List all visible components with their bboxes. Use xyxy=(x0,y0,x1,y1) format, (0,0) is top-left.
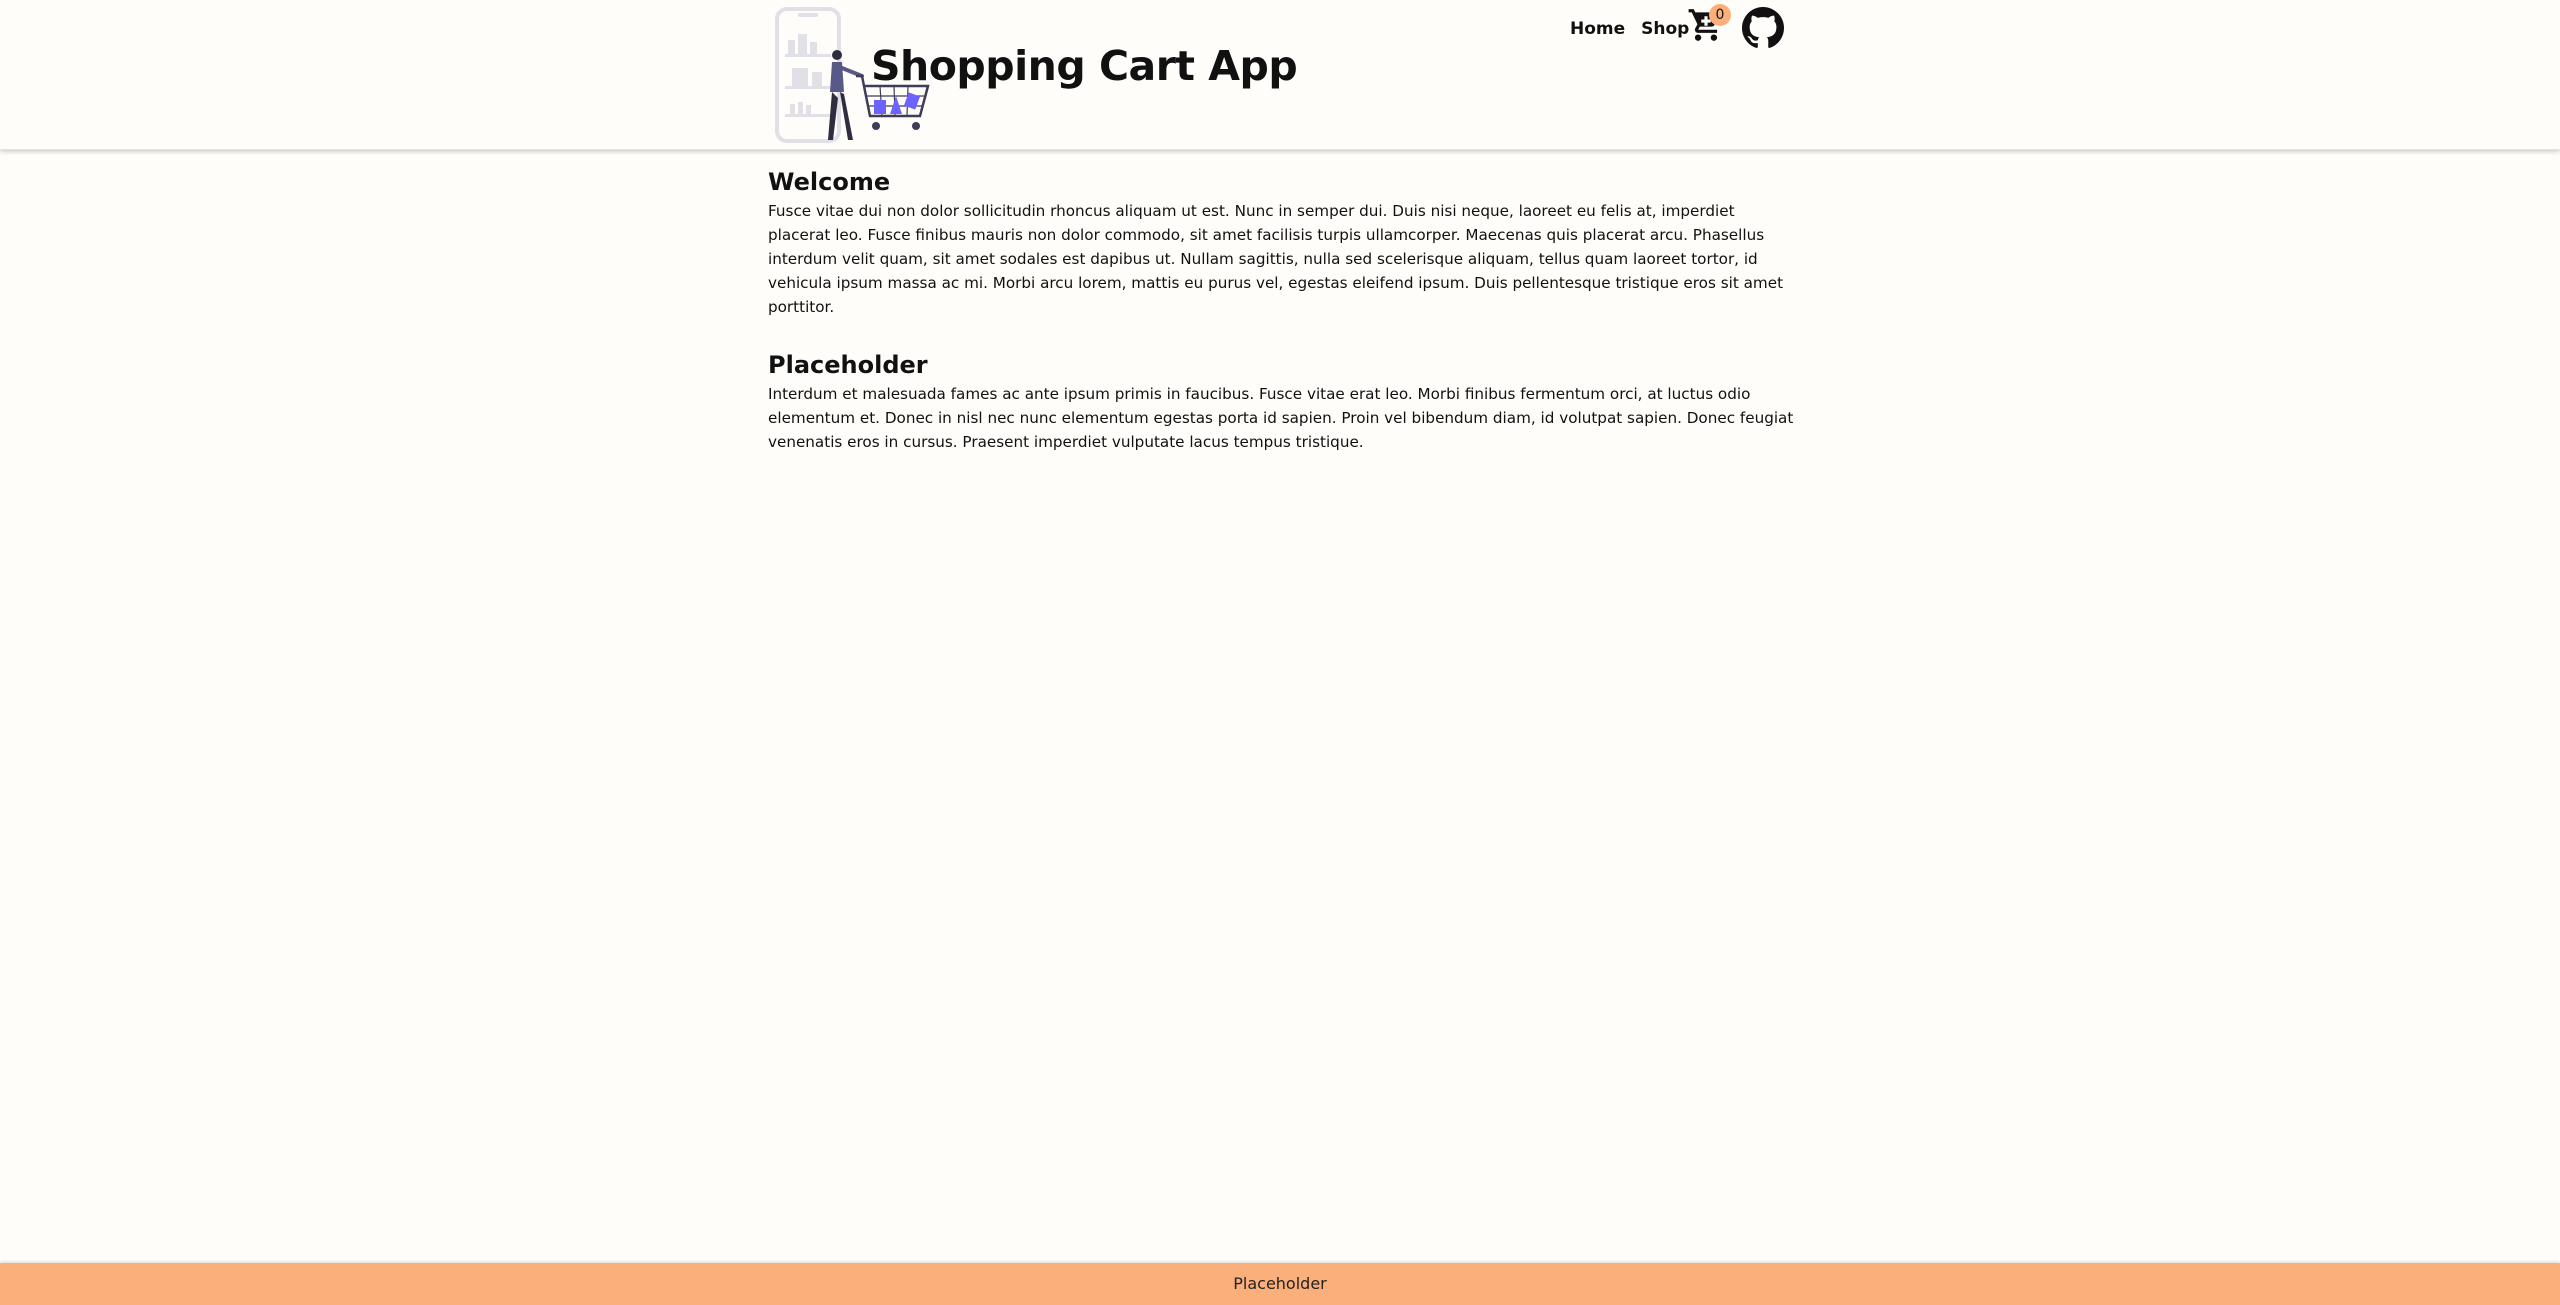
github-icon[interactable] xyxy=(1742,7,1784,49)
site-header: Shopping Cart App Home Shop 0 xyxy=(0,0,2560,150)
section-heading: Placeholder xyxy=(768,351,928,379)
app-title: Shopping Cart App xyxy=(871,42,1298,90)
welcome-section: Welcome Fusce vitae dui non dolor sollic… xyxy=(768,168,1798,319)
section-body: Fusce vitae dui non dolor sollicitudin r… xyxy=(768,202,1784,316)
nav-link-home[interactable]: Home xyxy=(1570,19,1625,39)
placeholder-section: Placeholder Interdum et malesuada fames … xyxy=(768,351,1798,454)
main-content: Welcome Fusce vitae dui non dolor sollic… xyxy=(768,168,1798,486)
cart-count-badge: 0 xyxy=(1709,4,1731,26)
nav-link-shop[interactable]: Shop xyxy=(1641,19,1689,39)
section-body: Interdum et malesuada fames ac ante ipsu… xyxy=(768,385,1794,451)
footer-text: Placeholder xyxy=(1233,1274,1327,1293)
main-nav: Home Shop xyxy=(1570,14,1705,44)
site-footer: Placeholder xyxy=(0,1263,2560,1305)
section-heading: Welcome xyxy=(768,168,891,196)
cart-button[interactable]: 0 xyxy=(1687,4,1731,46)
